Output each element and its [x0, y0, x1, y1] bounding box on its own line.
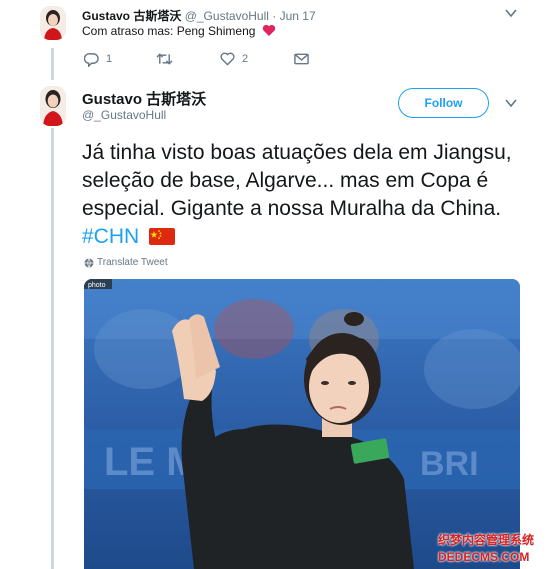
photo-image: LE MONDI BRI photo: [84, 279, 520, 569]
svg-text:BRI: BRI: [420, 445, 479, 483]
red-heart-emoji-icon: [262, 24, 275, 36]
avatar-image: [40, 86, 66, 126]
avatar[interactable]: [40, 86, 66, 126]
tweet2-author-name[interactable]: Gustavo 古斯塔沃: [82, 88, 206, 109]
site-watermark: 织梦内容管理系统 DEDECMS.COM: [438, 531, 550, 564]
direct-message-button[interactable]: [294, 53, 309, 65]
tweet2-text-block: Já tinha visto boas atuações dela em Jia…: [82, 139, 522, 251]
chevron-down-icon[interactable]: [505, 98, 517, 108]
tweet1-date[interactable]: Jun 17: [280, 9, 316, 23]
retweet-icon: [156, 53, 173, 65]
tweet-photo[interactable]: LE MONDI BRI photo: [84, 279, 520, 569]
tweet1-author-name[interactable]: Gustavo 古斯塔沃: [82, 9, 181, 23]
china-flag-emoji-icon: [149, 228, 176, 245]
envelope-icon: [294, 53, 309, 65]
tweet2-text: Já tinha visto boas atuações dela em Jia…: [82, 141, 512, 220]
reply-button[interactable]: 1: [84, 52, 156, 67]
chevron-down-icon[interactable]: [505, 8, 517, 18]
like-button[interactable]: 2: [220, 52, 294, 66]
watermark-line2: DEDECMS.COM: [438, 550, 530, 564]
tweet1-header: Gustavo 古斯塔沃 @_GustavoHull · Jun 17: [82, 7, 316, 24]
reply-icon: [84, 52, 99, 67]
thread-line-top: [51, 48, 54, 80]
like-count: 2: [242, 53, 249, 65]
avatar[interactable]: [40, 6, 66, 40]
follow-button[interactable]: Follow: [398, 88, 489, 118]
tweet1-actions: 1 2: [84, 51, 309, 67]
globe-icon: [84, 257, 94, 268]
heart-icon: [220, 52, 235, 66]
avatar-image: [40, 6, 66, 40]
tweet1-text: Com atraso mas: Peng Shimeng: [82, 24, 256, 38]
tweet1-text-row: Com atraso mas: Peng Shimeng: [82, 24, 276, 38]
tweet2-handle[interactable]: @_GustavoHull: [82, 108, 166, 122]
reply-count: 1: [106, 53, 113, 65]
translate-tweet-link[interactable]: Translate Tweet: [84, 257, 168, 268]
watermark-line1: 织梦内容管理系统: [438, 533, 535, 547]
hashtag-link[interactable]: #CHN: [82, 225, 139, 248]
tweet1-dot: ·: [272, 9, 277, 23]
retweet-button[interactable]: [156, 52, 220, 66]
tweet1-handle[interactable]: @_GustavoHull: [185, 9, 269, 23]
translate-tweet-label: Translate Tweet: [97, 257, 168, 268]
svg-text:photo: photo: [88, 282, 106, 289]
thread-line-bottom: [51, 128, 54, 569]
